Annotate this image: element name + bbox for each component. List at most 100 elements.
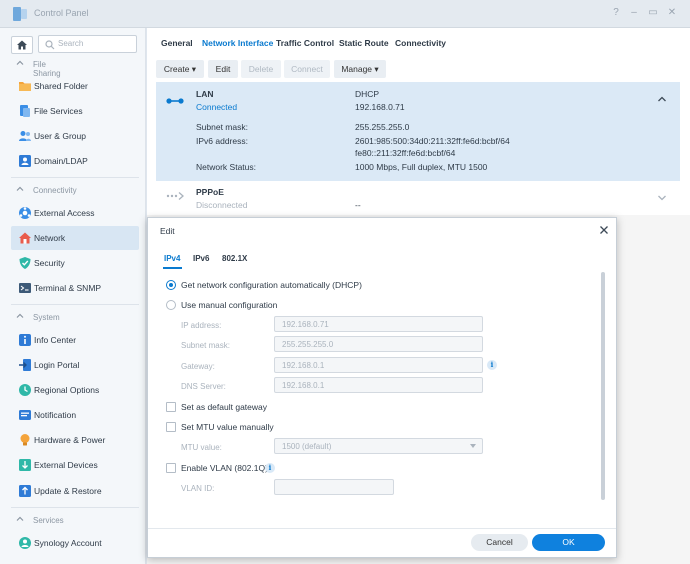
- sidebar-item-label: External Access: [34, 208, 95, 218]
- sidebar-item-label: External Devices: [34, 460, 98, 470]
- sidebar-item-label: Synology Account: [34, 538, 102, 548]
- default-gateway-checkbox[interactable]: [166, 402, 176, 412]
- network-house-icon: [19, 232, 31, 244]
- update-restore-icon: [19, 485, 31, 497]
- sidebar-item-security[interactable]: Security: [11, 251, 139, 275]
- subnet-mask-field[interactable]: 255.255.255.0: [274, 336, 483, 352]
- edit-dialog: Edit IPv4 IPv6 802.1X Get network config…: [147, 217, 617, 558]
- pppoe-disconnected-icon: [166, 192, 184, 200]
- sidebar-item-login-portal[interactable]: Login Portal: [11, 353, 139, 377]
- close-icon[interactable]: [597, 223, 611, 237]
- dialog-body: Get network configuration automatically …: [160, 270, 606, 528]
- sidebar-item-user-group[interactable]: User & Group: [11, 124, 139, 148]
- maximize-icon[interactable]: ▭: [646, 6, 660, 20]
- radio-dhcp-label: Get network configuration automatically …: [181, 280, 362, 290]
- close-window-icon[interactable]: ✕: [665, 6, 679, 20]
- search-input[interactable]: [58, 39, 134, 48]
- sidebar-item-regional-options[interactable]: Regional Options: [11, 378, 139, 402]
- sidebar-item-network[interactable]: Network: [11, 226, 139, 250]
- interface-pppoe-row[interactable]: PPPoE Disconnected --: [156, 181, 680, 217]
- minimize-icon[interactable]: –: [627, 6, 641, 20]
- sidebar-item-hardware-power[interactable]: Hardware & Power: [11, 428, 139, 452]
- mtu-value-select[interactable]: 1500 (default): [274, 438, 483, 454]
- user-group-icon: [19, 131, 31, 141]
- lan-ipv6-label: IPv6 address:: [196, 136, 248, 146]
- dialog-tab-8021x[interactable]: 802.1X: [222, 254, 247, 263]
- chevron-down-icon[interactable]: [657, 194, 667, 202]
- lan-ip: 192.168.0.71: [355, 102, 405, 112]
- vlan-id-field[interactable]: [274, 479, 394, 495]
- file-services-icon: [20, 105, 30, 117]
- sidebar-item-terminal-snmp[interactable]: Terminal & SNMP: [11, 276, 139, 300]
- create-button[interactable]: Create ▾: [156, 60, 204, 78]
- sidebar-item-update-restore[interactable]: Update & Restore: [11, 479, 139, 503]
- gateway-label: Gateway:: [181, 362, 215, 371]
- pppoe-status: Disconnected: [196, 200, 248, 210]
- gateway-field[interactable]: 192.168.0.1: [274, 357, 483, 373]
- mtu-value-text: 1500 (default): [282, 442, 332, 451]
- mtu-manual-checkbox[interactable]: [166, 422, 176, 432]
- search-box[interactable]: [38, 35, 137, 53]
- dns-server-field[interactable]: 192.168.0.1: [274, 377, 483, 393]
- vlan-checkbox[interactable]: [166, 463, 176, 473]
- radio-manual[interactable]: [166, 300, 176, 310]
- sidebar-item-label: File Services: [34, 106, 83, 116]
- sidebar-item-label: Network: [34, 233, 66, 243]
- sidebar-item-label: Regional Options: [34, 385, 100, 395]
- shield-icon: [19, 257, 31, 269]
- vlan-info-icon[interactable]: i: [265, 463, 275, 473]
- lan-ipv6-value-2: fe80::211:32ff:fe6d:bcbf/64: [355, 148, 456, 158]
- sidebar-item-notification[interactable]: Notification: [11, 403, 139, 427]
- sidebar-item-label: Update & Restore: [34, 486, 102, 496]
- sidebar-item-domain-ldap[interactable]: Domain/LDAP: [11, 149, 139, 173]
- edit-button[interactable]: Edit: [208, 60, 238, 78]
- tab-static-route[interactable]: Static Route: [339, 38, 389, 48]
- interface-lan-row[interactable]: LAN Connected DHCP 192.168.0.71 Subnet m…: [156, 82, 680, 181]
- tab-connectivity[interactable]: Connectivity: [395, 38, 446, 48]
- cancel-button[interactable]: Cancel: [471, 534, 528, 551]
- section-label: Services: [33, 516, 64, 525]
- connect-button[interactable]: Connect: [284, 60, 330, 78]
- sidebar-divider: [11, 507, 139, 508]
- chevron-up-icon: [16, 313, 24, 318]
- mtu-manual-label: Set MTU value manually: [181, 422, 274, 432]
- section-label: System: [33, 313, 60, 322]
- shared-folder-icon: [19, 82, 31, 91]
- domain-ldap-icon: [19, 155, 31, 167]
- chevron-up-icon: [16, 60, 24, 65]
- sidebar-item-external-access[interactable]: External Access: [11, 201, 139, 225]
- dropdown-caret-icon: [470, 444, 476, 448]
- external-access-icon: [19, 207, 31, 219]
- sidebar-item-info-center[interactable]: Info Center: [11, 328, 139, 352]
- terminal-icon: [19, 283, 31, 293]
- manage-button[interactable]: Manage ▾: [334, 60, 386, 78]
- sidebar-divider: [11, 304, 139, 305]
- vlan-label: Enable VLAN (802.1Q): [181, 463, 268, 473]
- sidebar-item-label: Security: [34, 258, 65, 268]
- chevron-up-icon[interactable]: [657, 95, 667, 103]
- login-portal-icon: [19, 359, 31, 371]
- sidebar-item-label: Shared Folder: [34, 81, 88, 91]
- subnet-mask-label: Subnet mask:: [181, 341, 230, 350]
- chevron-up-icon: [16, 186, 24, 191]
- dialog-tab-ipv6[interactable]: IPv6: [193, 254, 209, 263]
- ok-button[interactable]: OK: [532, 534, 605, 551]
- tab-general[interactable]: General: [161, 38, 193, 48]
- ip-address-field[interactable]: 192.168.0.71: [274, 316, 483, 332]
- sidebar-item-shared-folder[interactable]: Shared Folder: [11, 74, 139, 98]
- sidebar-item-synology-account[interactable]: Synology Account: [11, 531, 139, 555]
- sidebar-divider: [11, 177, 139, 178]
- help-icon[interactable]: ?: [609, 6, 623, 20]
- tab-network-interface[interactable]: Network Interface: [202, 38, 273, 48]
- delete-button[interactable]: Delete: [241, 60, 281, 78]
- bulb-icon: [20, 434, 30, 446]
- gateway-info-icon[interactable]: i: [487, 360, 497, 370]
- tab-traffic-control[interactable]: Traffic Control: [276, 38, 334, 48]
- dialog-tab-ipv4[interactable]: IPv4: [164, 254, 180, 263]
- window-title: Control Panel: [34, 8, 89, 18]
- home-button[interactable]: [11, 36, 33, 54]
- radio-dhcp[interactable]: [166, 280, 176, 290]
- sidebar-item-file-services[interactable]: File Services: [11, 99, 139, 123]
- sidebar-item-label: Info Center: [34, 335, 77, 345]
- sidebar-item-external-devices[interactable]: External Devices: [11, 453, 139, 477]
